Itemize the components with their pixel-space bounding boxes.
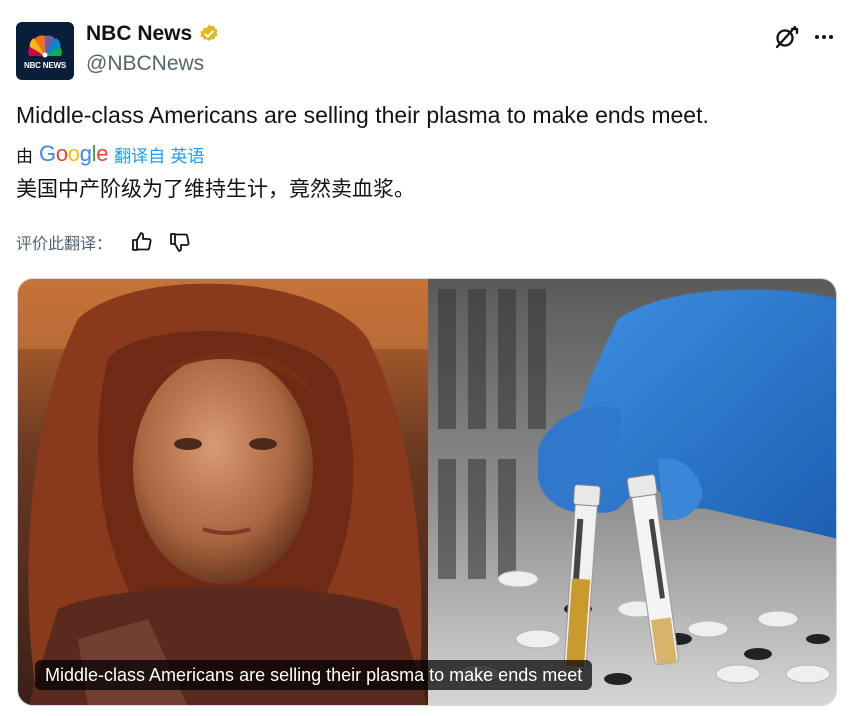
author-name-row: NBC News [86,22,220,46]
translation-by-label: 由 [16,146,33,167]
grok-icon[interactable] [773,24,799,50]
translation-attribution: 由 Google 翻译自 英语 [16,140,205,168]
author-handle[interactable]: @NBCNews [86,52,204,76]
avatar-logo-text: NBC NEWS [24,61,66,70]
thumbs-up-icon[interactable] [130,230,154,254]
media-caption: Middle-class Americans are selling their… [35,660,593,690]
google-logo: Google [39,141,109,166]
translated-from-link[interactable]: 翻译自 英语 [114,142,204,167]
translated-tweet-text: 美国中产阶级为了维持生计，竟然卖血浆。 [16,177,415,201]
author-display-name[interactable]: NBC News [86,22,192,46]
avatar[interactable]: NBC NEWS [16,22,74,80]
verified-badge-icon[interactable] [198,23,220,45]
media-image [18,279,836,705]
more-icon[interactable] [811,24,837,50]
nbc-peacock-logo [28,35,62,58]
thumbs-down-icon[interactable] [168,230,192,254]
rate-translation-row: 评价此翻译： [16,228,192,256]
rate-translation-label: 评价此翻译： [16,234,113,253]
tweet-media[interactable] [17,278,837,706]
tweet-text: Middle-class Americans are selling their… [16,102,709,128]
